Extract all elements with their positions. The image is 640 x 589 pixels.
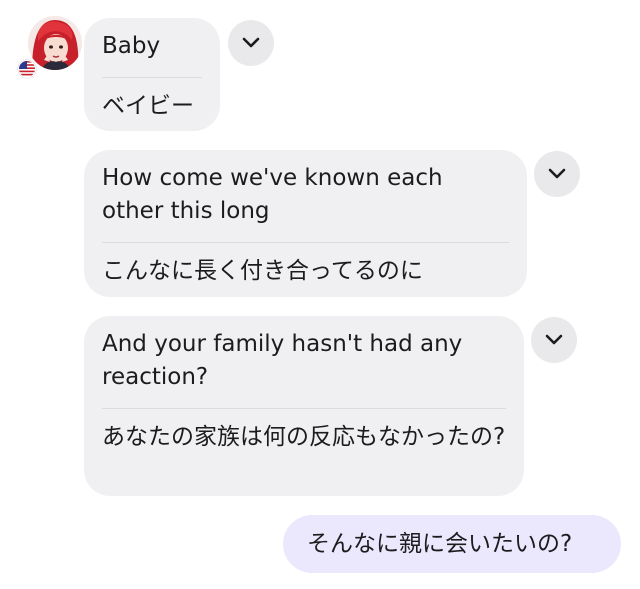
message-options-button[interactable] (534, 151, 580, 197)
message-bubble[interactable]: Baby ベイビー (84, 18, 220, 131)
sent-message-text: そんなに親に会いたいの? (307, 531, 573, 557)
sent-message-bubble[interactable]: そんなに親に会いたいの? (283, 515, 621, 573)
message-original-text: How come we've known each other this lon… (102, 165, 443, 224)
message-bubble[interactable]: And your family hasn't had any reaction?… (84, 316, 524, 496)
message-translation-text: あなたの家族は何の反応もなかったの? (102, 424, 506, 450)
avatar-icon (28, 16, 82, 70)
message-options-button[interactable] (531, 317, 577, 363)
message-translation-text: こんなに長く付き合ってるのに (102, 258, 423, 284)
message-options-button[interactable] (228, 20, 274, 66)
message-translation-text: ベイビー (102, 93, 194, 119)
message-original-text: And your family hasn't had any reaction? (102, 331, 463, 390)
chevron-down-icon (545, 334, 563, 345)
contact-avatar[interactable] (28, 16, 82, 70)
us-flag-icon (18, 60, 36, 78)
message-bubble[interactable]: How come we've known each other this lon… (84, 150, 527, 297)
chevron-down-icon (548, 168, 566, 179)
message-original-text: Baby (102, 33, 161, 59)
chevron-down-icon (242, 37, 260, 48)
